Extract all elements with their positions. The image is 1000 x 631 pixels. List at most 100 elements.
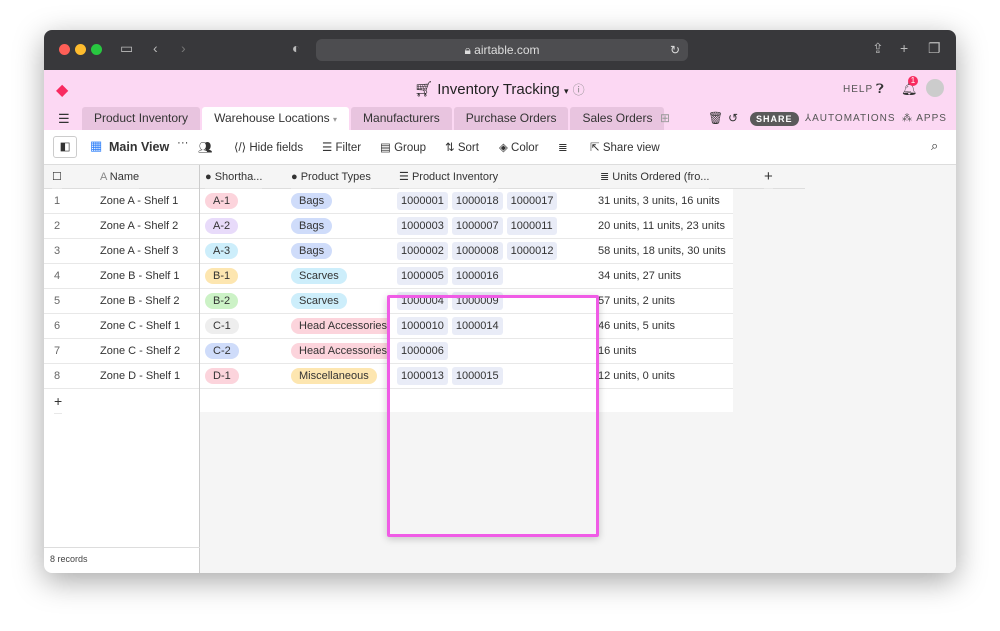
row-number-cell[interactable]: 1 [44, 189, 100, 214]
sort-button[interactable]: ⇅ Sort [445, 140, 479, 154]
product-inventory-cell[interactable]: 10000051000016 [390, 264, 596, 289]
chevron-down-icon[interactable]: ▾ [333, 115, 337, 124]
hide-fields-button[interactable]: ⟨/⟩ Hide fields [234, 140, 303, 154]
row-height-icon[interactable]: ≣ [558, 140, 568, 154]
product-inventory-cell[interactable]: 100000210000081000012 [390, 239, 596, 264]
avatar[interactable] [926, 79, 944, 97]
name-cell[interactable]: Zone C - Shelf 2 [100, 339, 200, 364]
tab-sales-orders[interactable]: Sales Orders [570, 107, 664, 130]
shorthand-cell[interactable]: C-1 [200, 314, 286, 339]
tab-purchase-orders[interactable]: Purchase Orders [454, 107, 569, 130]
linked-record-chip[interactable]: 1000012 [507, 242, 558, 260]
column-header-product-types[interactable]: ● Product Types [291, 165, 371, 189]
filter-button[interactable]: ☰ Filter [322, 140, 361, 154]
select-all-checkbox[interactable]: ☐ [52, 165, 62, 189]
column-header-units-ordered[interactable]: ≣ Units Ordered (fro... [600, 165, 709, 189]
minimize-window-button[interactable] [75, 44, 86, 55]
tab-product-inventory[interactable]: Product Inventory [82, 107, 200, 130]
name-cell[interactable]: Zone C - Shelf 1 [100, 314, 200, 339]
search-icon[interactable]: ⌕ [931, 138, 938, 154]
tab-warehouse-locations[interactable]: Warehouse Locations ▾ [202, 107, 349, 130]
close-window-button[interactable] [59, 44, 70, 55]
history-icon[interactable]: ↺ [728, 111, 739, 125]
more-icon[interactable]: ··· [177, 137, 189, 149]
linked-record-chip[interactable]: 1000017 [507, 192, 558, 210]
forward-icon[interactable]: › [181, 40, 186, 56]
info-icon[interactable]: ⓘ [573, 83, 585, 97]
linked-record-chip[interactable]: 1000007 [452, 217, 503, 235]
units-ordered-cell[interactable]: 20 units, 11 units, 23 units [596, 214, 733, 239]
product-type-cell[interactable]: Bags [286, 239, 390, 264]
row-number-cell[interactable]: 5 [44, 289, 100, 314]
units-ordered-cell[interactable]: 16 units [596, 339, 733, 364]
row-number-cell[interactable]: 8 [44, 364, 100, 389]
product-inventory-cell[interactable]: 100000310000071000011 [390, 214, 596, 239]
reload-icon[interactable]: ↻ [670, 39, 680, 61]
linked-record-chip[interactable]: 1000016 [452, 267, 503, 285]
apps-button[interactable]: ⁂ APPS [902, 113, 947, 124]
column-header-product-inventory[interactable]: ☰ Product Inventory [399, 165, 498, 189]
add-row-button[interactable]: + [54, 389, 62, 414]
product-type-cell[interactable]: Bags [286, 214, 390, 239]
share-button[interactable]: SHARE [750, 112, 799, 126]
new-tab-icon[interactable]: + [900, 40, 908, 56]
column-header-name[interactable]: A Name [100, 165, 139, 189]
name-cell[interactable]: Zone A - Shelf 2 [100, 214, 200, 239]
linked-record-chip[interactable]: 1000008 [452, 242, 503, 260]
address-bar[interactable]: 🔒︎ airtable.com↻ [316, 39, 688, 61]
name-cell[interactable]: Zone B - Shelf 2 [100, 289, 200, 314]
view-switcher[interactable]: Main View [109, 140, 169, 154]
toggle-sidebar-button[interactable]: ◧ [53, 136, 77, 158]
units-ordered-cell[interactable]: 46 units, 5 units [596, 314, 733, 339]
linked-record-chip[interactable]: 1000002 [397, 242, 448, 260]
product-type-cell[interactable]: Head Accessories [286, 314, 390, 339]
shorthand-cell[interactable]: B-1 [200, 264, 286, 289]
name-cell[interactable]: Zone B - Shelf 1 [100, 264, 200, 289]
name-cell[interactable]: Zone D - Shelf 1 [100, 364, 200, 389]
linked-record-chip[interactable]: 1000003 [397, 217, 448, 235]
units-ordered-cell[interactable]: 34 units, 27 units [596, 264, 733, 289]
units-ordered-cell[interactable]: 57 units, 2 units [596, 289, 733, 314]
product-type-cell[interactable]: Miscellaneous [286, 364, 390, 389]
linked-record-chip[interactable]: 1000001 [397, 192, 448, 210]
product-inventory-cell[interactable]: 100000110000181000017 [390, 189, 596, 214]
automations-button[interactable]: ⅄AUTOMATIONS [805, 113, 896, 124]
shorthand-cell[interactable]: A-2 [200, 214, 286, 239]
collaborators-icon[interactable]: 👥︎ [198, 140, 213, 154]
row-number-cell[interactable]: 7 [44, 339, 100, 364]
add-field-button[interactable]: + [764, 165, 773, 189]
color-button[interactable]: ◈ Color [499, 140, 539, 154]
product-type-cell[interactable]: Scarves [286, 264, 390, 289]
tab-manufacturers[interactable]: Manufacturers [351, 107, 452, 130]
menu-icon[interactable]: ☰ [58, 111, 70, 127]
row-number-cell[interactable]: 3 [44, 239, 100, 264]
linked-record-chip[interactable]: 1000018 [452, 192, 503, 210]
linked-record-chip[interactable]: 1000011 [507, 217, 557, 235]
group-button[interactable]: ▤ Group [380, 140, 426, 154]
name-cell[interactable]: Zone A - Shelf 3 [100, 239, 200, 264]
units-ordered-cell[interactable]: 58 units, 18 units, 30 units [596, 239, 733, 264]
tabs-icon[interactable]: ❐ [928, 40, 941, 57]
linked-record-chip[interactable]: 1000005 [397, 267, 448, 285]
add-table-icon[interactable]: ⊞ [660, 111, 670, 125]
share-icon[interactable]: ⇪ [872, 40, 884, 57]
sidebar-icon[interactable]: ▭ [120, 40, 133, 57]
shorthand-cell[interactable]: D-1 [200, 364, 286, 389]
back-icon[interactable]: ‹ [153, 40, 158, 56]
airtable-logo-icon[interactable]: ◆ [56, 80, 68, 100]
help-link[interactable]: HELP [843, 84, 873, 95]
product-type-cell[interactable]: Bags [286, 189, 390, 214]
units-ordered-cell[interactable]: 31 units, 3 units, 16 units [596, 189, 733, 214]
product-type-cell[interactable]: Scarves [286, 289, 390, 314]
share-view-button[interactable]: ⇱ Share view [590, 140, 660, 154]
trash-icon[interactable]: 🗑︎ [708, 111, 724, 125]
shorthand-cell[interactable]: A-1 [200, 189, 286, 214]
maximize-window-button[interactable] [91, 44, 102, 55]
shorthand-cell[interactable]: A-3 [200, 239, 286, 264]
shorthand-cell[interactable]: B-2 [200, 289, 286, 314]
help-icon[interactable]: ❓︎ [876, 81, 885, 97]
row-number-cell[interactable]: 4 [44, 264, 100, 289]
product-type-cell[interactable]: Head Accessories [286, 339, 390, 364]
column-header-shorthand[interactable]: ● Shortha... [205, 165, 262, 189]
base-title[interactable]: 🛒︎ Inventory Tracking ▾ ⓘ [414, 80, 585, 98]
